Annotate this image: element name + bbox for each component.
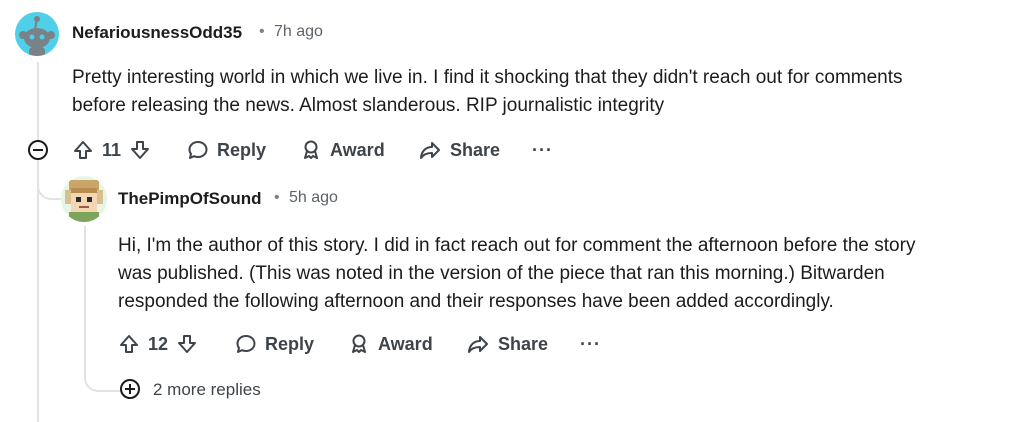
comment-body-line: responded the following afternoon and th… — [118, 291, 834, 312]
minus-icon — [33, 149, 43, 151]
comment-body-line: Hi, I'm the author of this story. I did … — [118, 235, 916, 256]
comment-body-line: was published. (This was noted in the ve… — [118, 263, 885, 284]
expand-replies-button[interactable] — [120, 379, 140, 399]
meta-separator: • — [259, 23, 265, 40]
upvote-icon[interactable] — [72, 139, 94, 161]
avatar[interactable] — [61, 176, 107, 222]
more-options-button[interactable]: ··· — [580, 334, 601, 355]
vote-count: 11 — [102, 139, 122, 160]
comment-username[interactable]: NefariousnessOdd35 — [72, 23, 242, 43]
reply-label: Reply — [217, 139, 267, 160]
comment-body-line: Pretty interesting world in which we liv… — [72, 67, 903, 88]
award-button[interactable]: Award — [348, 329, 433, 359]
share-button[interactable]: Share — [418, 135, 500, 165]
comment-timestamp[interactable]: 5h ago — [289, 189, 338, 207]
more-options-button[interactable]: ··· — [532, 140, 553, 161]
upvote-icon[interactable] — [118, 333, 140, 355]
downvote-icon[interactable] — [176, 333, 198, 355]
thread-line-main — [37, 62, 39, 142]
award-icon — [304, 140, 318, 159]
reply-button[interactable]: Reply — [235, 329, 314, 359]
thread-line-reply — [84, 226, 86, 366]
meta-separator: • — [274, 189, 280, 206]
share-icon — [420, 142, 440, 159]
thread-line-main-lower — [37, 162, 39, 422]
comment-body-line: before releasing the news. Almost slande… — [72, 95, 665, 116]
plus-icon — [125, 384, 135, 394]
award-label: Award — [330, 139, 385, 160]
more-replies-link[interactable]: 2 more replies — [153, 380, 261, 400]
award-button[interactable]: Award — [300, 135, 385, 165]
user-avatar-icon — [65, 180, 103, 222]
share-button[interactable]: Share — [466, 329, 548, 359]
avatar[interactable] — [15, 12, 59, 56]
share-label: Share — [498, 333, 549, 354]
comment-bubble-icon — [188, 141, 208, 159]
share-label: Share — [450, 139, 501, 160]
collapse-thread-button[interactable] — [28, 140, 48, 160]
comment-timestamp[interactable]: 7h ago — [274, 23, 323, 41]
reply-button[interactable]: Reply — [187, 135, 266, 165]
award-label: Award — [378, 333, 433, 354]
downvote-icon[interactable] — [129, 139, 151, 161]
thread-branch-more-curve — [84, 360, 120, 392]
share-icon — [468, 336, 488, 353]
comment-bubble-icon — [236, 335, 256, 353]
comment-username[interactable]: ThePimpOfSound — [118, 189, 262, 209]
upvote-group: 12 — [118, 329, 198, 359]
award-icon — [352, 334, 366, 353]
reddit-snoo-icon — [19, 16, 55, 56]
upvote-group: 11 — [72, 135, 151, 165]
vote-count: 12 — [148, 333, 169, 354]
reply-label: Reply — [265, 333, 315, 354]
